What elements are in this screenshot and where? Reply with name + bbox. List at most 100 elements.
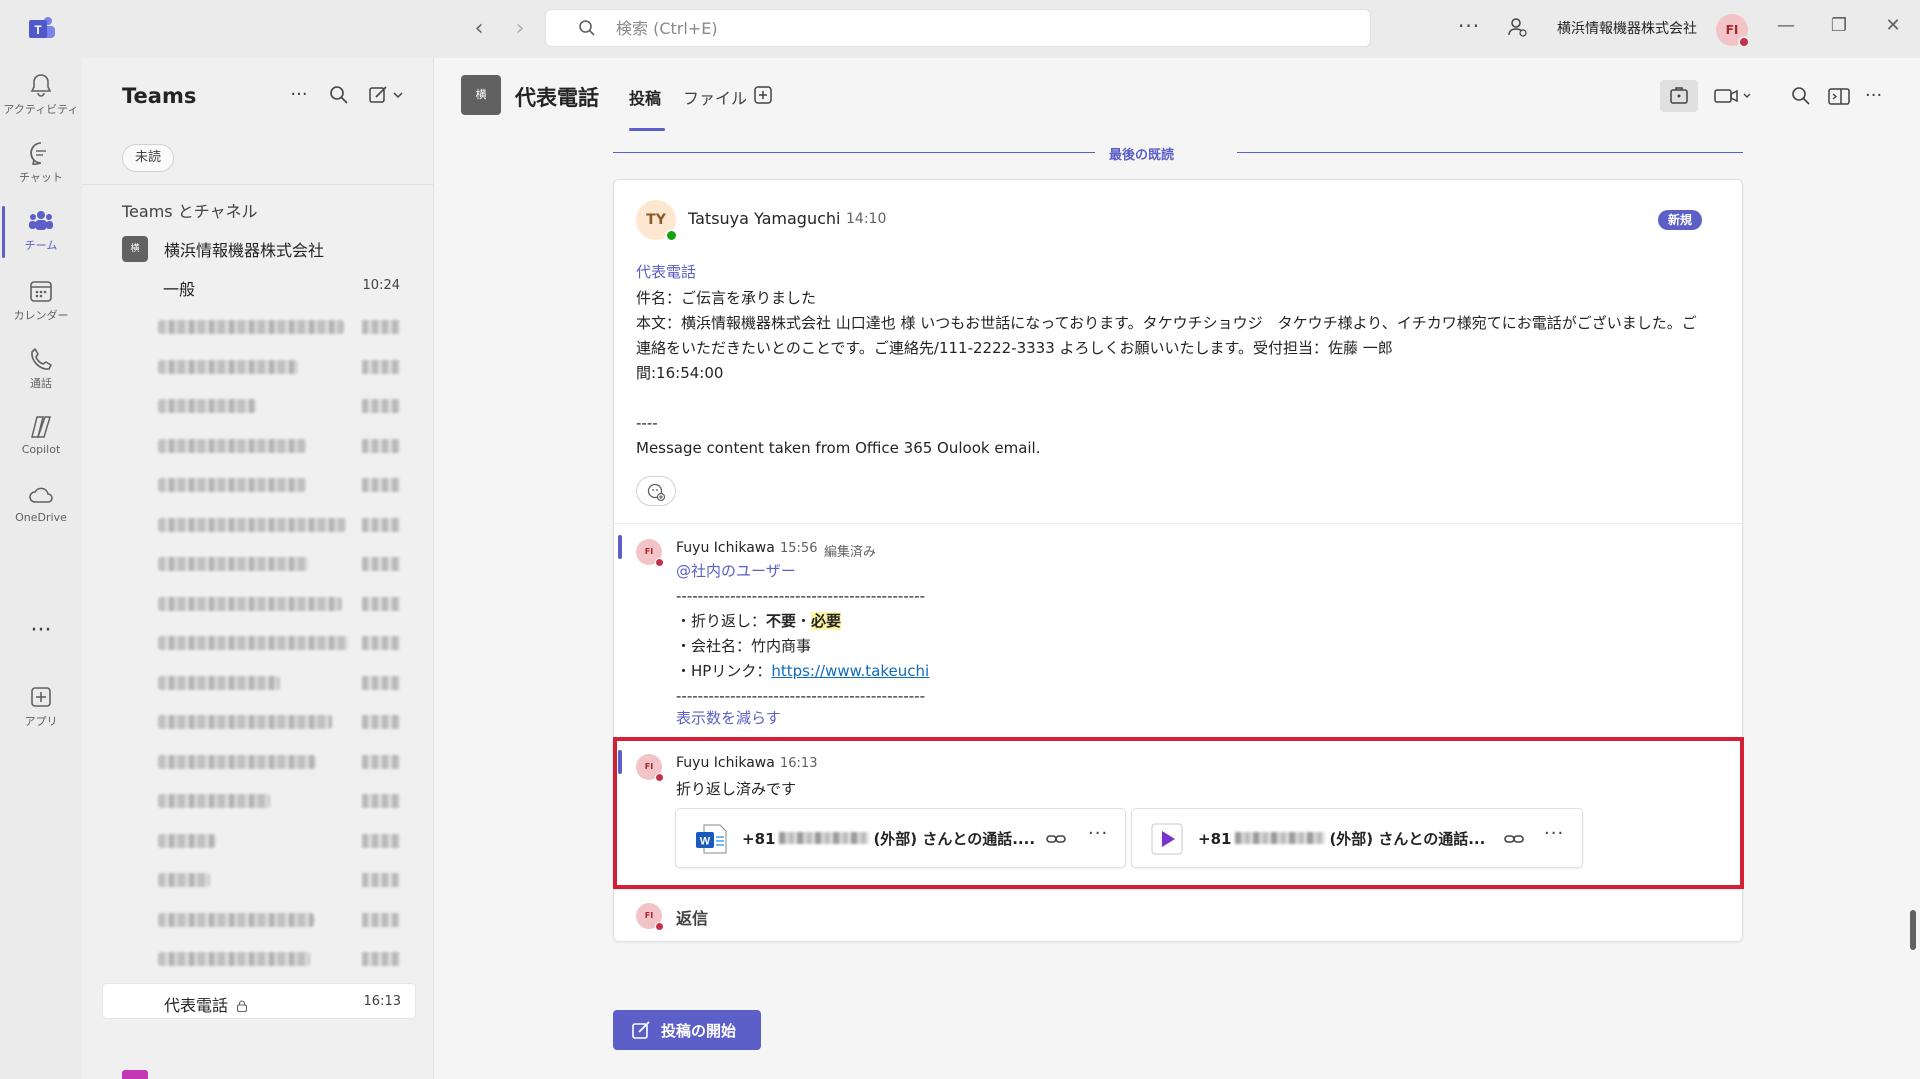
channel-item-redacted[interactable]	[82, 585, 434, 621]
post-author[interactable]: Tatsuya Yamaguchi	[688, 209, 840, 228]
channel-item-redacted[interactable]	[82, 822, 434, 858]
more-options-icon[interactable]: ···	[1458, 14, 1480, 38]
search-channel-button[interactable]	[1787, 80, 1815, 112]
more-options-icon[interactable]: ···	[1544, 823, 1564, 844]
teams-logo-icon[interactable]: T	[27, 14, 57, 42]
word-doc-icon: W	[696, 824, 727, 854]
channel-item-redacted[interactable]	[82, 387, 434, 423]
channel-view: 横 代表電話 投稿 ファイル ··· 最後の既読 TY Tatsuya Yama…	[435, 58, 1920, 1079]
forward-arrow-icon[interactable]: ›	[508, 17, 532, 41]
callback-line: ・折り返し：不要・必要	[676, 609, 929, 634]
attachment-suffix: (外部) さんとの通話....	[873, 830, 1036, 848]
open-panel-button[interactable]	[1825, 80, 1853, 112]
video-attachment[interactable]: +81 (外部) さんとの通話... ···	[1131, 808, 1583, 868]
title-bar: T ‹ › ··· 横浜情報機器株式会社 FI — ❐ ✕	[0, 0, 1920, 58]
rail-onedrive[interactable]: OneDrive	[0, 474, 82, 540]
channel-item-redacted[interactable]	[82, 624, 434, 660]
channel-item-redacted[interactable]	[82, 901, 434, 937]
channel-item-redacted[interactable]	[82, 348, 434, 384]
rail-calendar[interactable]: カレンダー	[0, 270, 82, 336]
channel-item-redacted[interactable]	[82, 703, 434, 739]
link-icon[interactable]	[1045, 829, 1067, 849]
callback-label: ・折り返し：	[676, 612, 767, 630]
channel-item-redacted[interactable]	[82, 545, 434, 581]
channel-item-redacted[interactable]	[82, 743, 434, 779]
callback-no: 不要	[766, 612, 797, 630]
meet-dropdown-button[interactable]	[1711, 80, 1755, 112]
search-icon	[579, 20, 595, 36]
channel-item-redacted[interactable]	[82, 506, 434, 542]
presence-busy-icon	[655, 558, 664, 567]
lock-icon	[236, 1000, 248, 1012]
show-less-link[interactable]: 表示数を減らす	[676, 707, 781, 728]
team-avatar-partial[interactable]	[122, 1070, 148, 1079]
reply-author[interactable]: Fuyu Ichikawa	[676, 755, 775, 771]
marker-line	[1237, 152, 1743, 153]
channel-item-redacted[interactable]	[82, 466, 434, 502]
rail-label: Copilot	[21, 443, 61, 456]
video-icon	[1151, 823, 1183, 855]
rail-chat[interactable]: チャット	[0, 132, 82, 198]
filter-unread-chip[interactable]: 未読	[122, 144, 175, 172]
more-options-icon[interactable]: ···	[1088, 823, 1108, 844]
channel-item-redacted[interactable]	[82, 782, 434, 818]
channel-item-daihyo-denwa[interactable]: 代表電話 16:13	[102, 983, 416, 1019]
back-arrow-icon[interactable]: ‹	[467, 17, 491, 41]
search-input[interactable]	[616, 18, 1216, 38]
channel-info-button[interactable]	[1660, 80, 1698, 112]
channel-item-redacted[interactable]	[82, 664, 434, 700]
scrollbar-thumb[interactable]	[1910, 910, 1916, 950]
reply-box[interactable]: FI 返信	[614, 890, 1742, 942]
rail-calls[interactable]: 通話	[0, 338, 82, 404]
channel-item-redacted[interactable]	[82, 308, 434, 344]
minimize-icon[interactable]: —	[1773, 15, 1799, 36]
rule-line: ----------------------------------------…	[676, 687, 925, 705]
mention-link[interactable]: @社内のユーザー	[676, 559, 929, 584]
channel-item-redacted[interactable]	[82, 427, 434, 463]
phone-icon	[31, 348, 52, 370]
rail-activity[interactable]: アクティビティ	[0, 64, 82, 130]
search-box[interactable]	[545, 9, 1371, 47]
compose-dropdown-icon[interactable]	[368, 84, 408, 106]
avatar[interactable]: FI	[636, 754, 664, 782]
restore-icon[interactable]: ❐	[1826, 15, 1852, 36]
channel-item-redacted[interactable]	[82, 861, 434, 897]
video-camera-icon	[1714, 89, 1751, 103]
channel-item-general[interactable]: 一般 10:24	[82, 268, 434, 304]
svg-text:W: W	[700, 836, 711, 848]
close-icon[interactable]: ✕	[1880, 15, 1906, 36]
cloud-icon	[29, 487, 53, 503]
more-options-icon[interactable]: ···	[288, 84, 310, 106]
org-name[interactable]: 横浜情報機器株式会社	[1557, 18, 1697, 38]
redacted-channel-name	[158, 360, 298, 374]
hp-link[interactable]: https://www.takeuchi	[771, 662, 929, 680]
avatar[interactable]: TY	[636, 200, 678, 242]
bell-icon	[30, 74, 52, 97]
add-reaction-button[interactable]	[636, 476, 676, 506]
user-avatar[interactable]: FI	[1716, 14, 1750, 48]
calendar-icon	[30, 281, 52, 302]
reply-author[interactable]: Fuyu Ichikawa	[676, 540, 775, 556]
add-tab-icon[interactable]	[753, 85, 773, 105]
start-post-button[interactable]: 投稿の開始	[613, 1010, 761, 1050]
redacted-channel-name	[158, 597, 342, 611]
more-options-icon[interactable]: ···	[1865, 80, 1882, 112]
channel-item-redacted[interactable]	[82, 940, 434, 976]
reply-label[interactable]: 返信	[676, 905, 708, 929]
rail-apps-entry[interactable]: アプリ	[0, 676, 82, 742]
search-icon[interactable]	[328, 84, 350, 106]
redacted-channel-name	[158, 873, 210, 887]
rail-copilot[interactable]: Copilot	[0, 406, 82, 472]
link-icon[interactable]	[1503, 829, 1525, 849]
file-attachment[interactable]: W +81 (外部) さんとの通話.... ···	[675, 808, 1126, 868]
redacted-channel-name	[158, 952, 310, 966]
rail-teams[interactable]: チーム	[0, 200, 82, 266]
tab-posts[interactable]: 投稿	[629, 85, 661, 109]
avatar[interactable]: FI	[636, 539, 664, 567]
redacted-time	[362, 755, 400, 769]
team-item[interactable]: 横 横浜情報機器株式会社	[122, 236, 324, 262]
tab-files[interactable]: ファイル	[683, 85, 747, 109]
person-settings-icon[interactable]	[1506, 16, 1528, 38]
avatar-initials: FI	[1725, 23, 1739, 37]
redacted-time	[362, 794, 400, 808]
